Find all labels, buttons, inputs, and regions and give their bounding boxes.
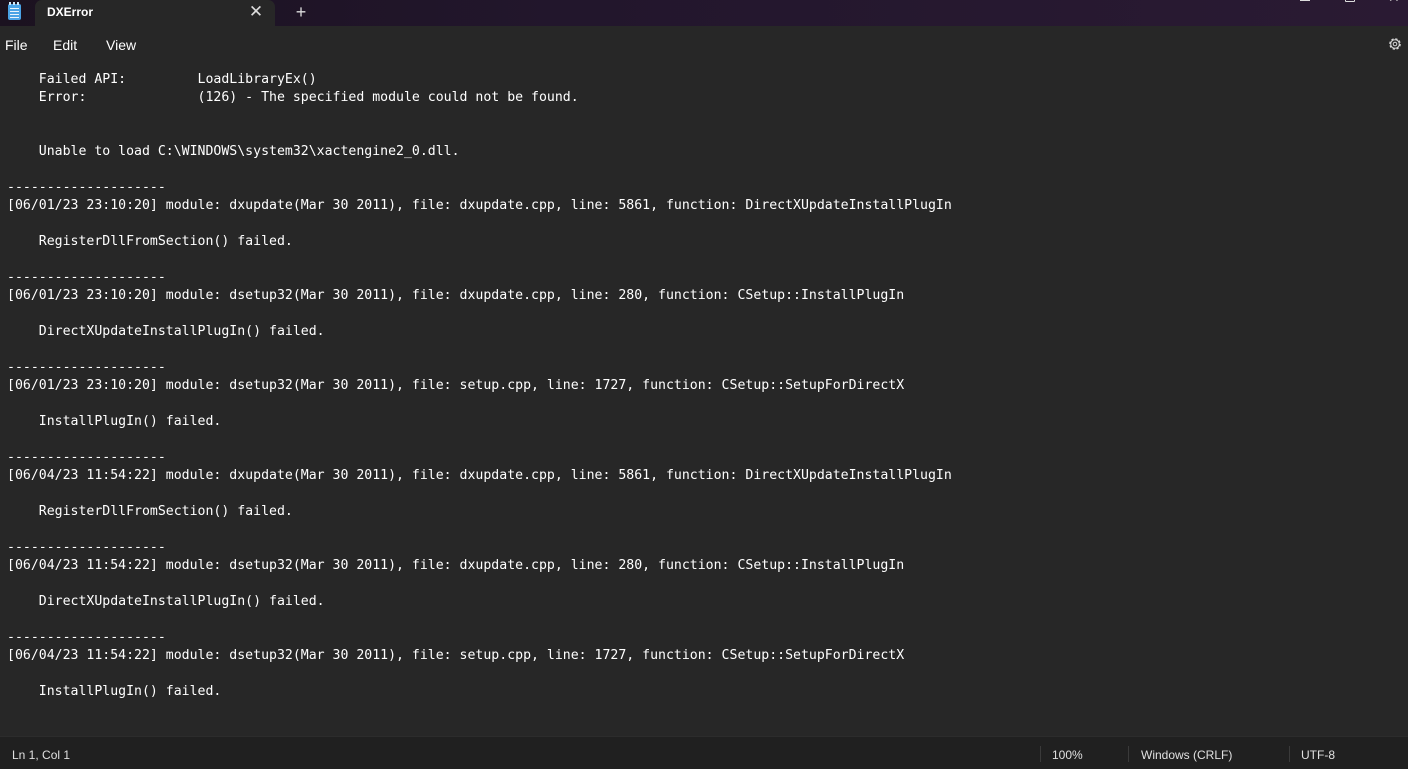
text-line: -------------------- <box>7 270 166 285</box>
menu-bar: File Edit View <box>0 26 1408 62</box>
status-divider <box>1128 746 1129 762</box>
text-line: DirectXUpdateInstallPlugIn() failed. <box>7 594 325 609</box>
zoom-level[interactable]: 100% <box>1052 748 1083 762</box>
status-divider <box>1289 746 1290 762</box>
text-line: DirectXUpdateInstallPlugIn() failed. <box>7 324 325 339</box>
gear-icon[interactable] <box>1387 36 1403 52</box>
text-line: Failed API: LoadLibraryEx() <box>7 72 317 87</box>
text-line: -------------------- <box>7 540 166 555</box>
text-line: Unable to load C:\WINDOWS\system32\xacte… <box>7 144 460 159</box>
text-line: [06/01/23 23:10:20] module: dsetup32(Mar… <box>7 378 905 393</box>
text-line: [06/01/23 23:10:20] module: dsetup32(Mar… <box>7 288 905 303</box>
minimize-button[interactable] <box>1286 0 1326 8</box>
text-line: -------------------- <box>7 450 166 465</box>
text-line: -------------------- <box>7 360 166 375</box>
text-line: [06/01/23 23:10:20] module: dxupdate(Mar… <box>7 198 952 213</box>
close-tab-icon[interactable]: ✕ <box>245 0 267 24</box>
close-window-button[interactable]: ✕ <box>1378 0 1408 8</box>
menu-view[interactable]: View <box>106 37 136 53</box>
maximize-icon <box>1345 0 1355 2</box>
status-divider <box>1040 746 1041 762</box>
close-icon: ✕ <box>1388 0 1400 4</box>
menu-edit[interactable]: Edit <box>53 37 77 53</box>
text-line: [06/04/23 11:54:22] module: dxupdate(Mar… <box>7 468 952 483</box>
text-line: [06/04/23 11:54:22] module: dsetup32(Mar… <box>7 648 905 663</box>
menu-file[interactable]: File <box>5 37 28 53</box>
line-ending[interactable]: Windows (CRLF) <box>1141 748 1232 762</box>
text-line: [06/04/23 11:54:22] module: dsetup32(Mar… <box>7 558 905 573</box>
tab-dxerror[interactable]: DXError ✕ <box>35 0 275 26</box>
text-line: RegisterDllFromSection() failed. <box>7 504 293 519</box>
title-bar: DXError ✕ + ✕ <box>0 0 1408 26</box>
text-line: -------------------- <box>7 180 166 195</box>
text-line: InstallPlugIn() failed. <box>7 684 222 699</box>
cursor-position: Ln 1, Col 1 <box>12 748 71 762</box>
encoding[interactable]: UTF-8 <box>1301 748 1335 762</box>
notepad-icon <box>8 2 21 20</box>
text-editor[interactable]: Failed API: LoadLibraryEx() Error: (126)… <box>0 62 1408 736</box>
status-bar: Ln 1, Col 1 100% Windows (CRLF) UTF-8 <box>0 736 1408 769</box>
text-line: -------------------- <box>7 630 166 645</box>
maximize-button[interactable] <box>1331 0 1371 8</box>
new-tab-button[interactable]: + <box>290 0 312 24</box>
tab-title: DXError <box>47 5 94 19</box>
text-line: Error: (126) - The specified module coul… <box>7 90 579 105</box>
text-line: InstallPlugIn() failed. <box>7 414 222 429</box>
text-line: RegisterDllFromSection() failed. <box>7 234 293 249</box>
minimize-icon <box>1300 0 1310 1</box>
